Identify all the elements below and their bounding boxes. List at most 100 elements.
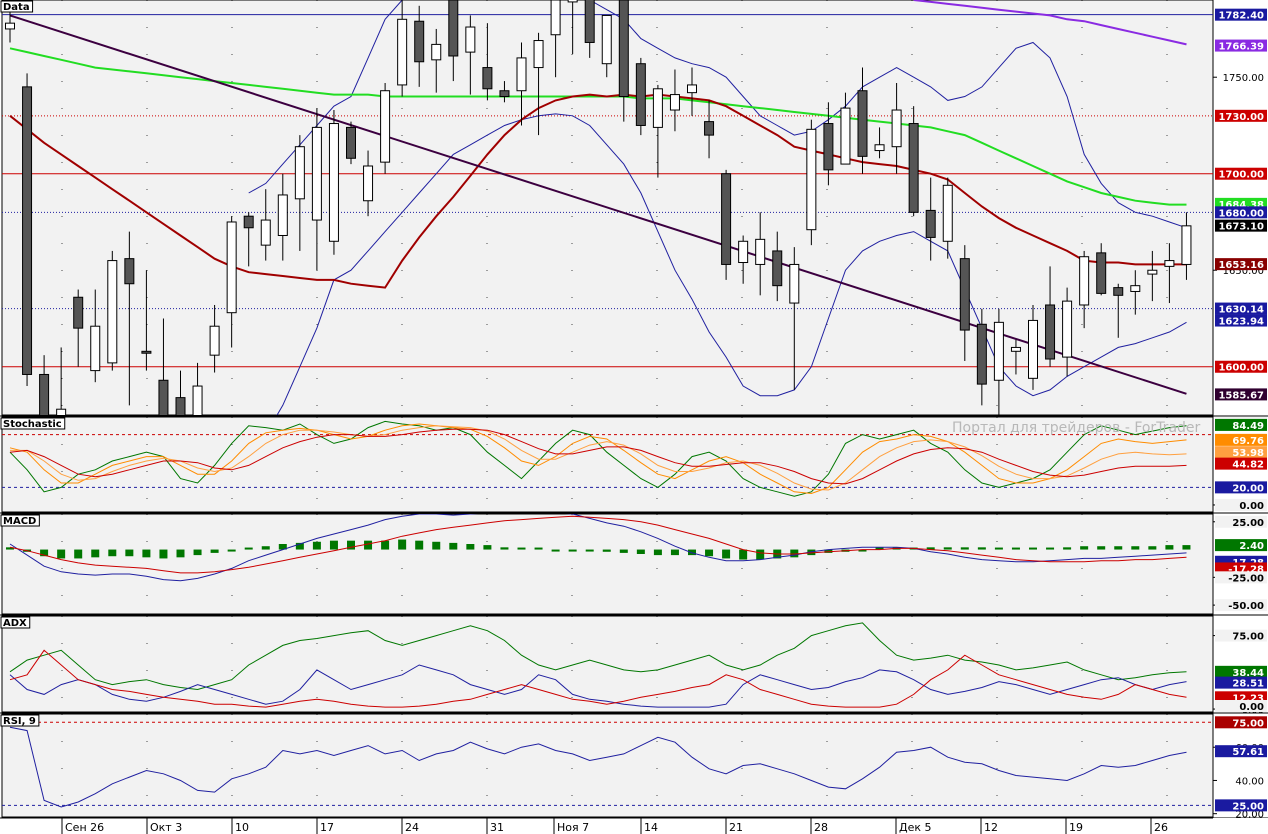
macd-histogram-bar xyxy=(244,547,253,550)
x-tick-label: 31 xyxy=(490,821,504,834)
macd-histogram-bar xyxy=(125,549,134,557)
candle-down xyxy=(635,63,646,126)
price-label-text: 1673.10 xyxy=(1218,222,1264,233)
candle-up xyxy=(277,194,288,236)
macd-histogram-bar xyxy=(415,540,424,550)
panel-title: Stochastic xyxy=(0,417,66,430)
macd-histogram-bar xyxy=(74,549,83,559)
macd-histogram-bar xyxy=(398,539,407,550)
macd-histogram-bar xyxy=(1080,546,1089,550)
x-tick-label: 10 xyxy=(235,821,249,834)
price-label-text: 0.00 xyxy=(1239,501,1264,512)
macd-histogram-bar xyxy=(312,541,321,550)
candle-up xyxy=(533,40,544,69)
x-tick-label: Окт 3 xyxy=(150,821,182,834)
candle-down xyxy=(823,123,834,171)
candle-up xyxy=(738,240,749,264)
macd-histogram-bar xyxy=(551,549,560,552)
price-label-text: 2.40 xyxy=(1239,541,1264,552)
candle-down xyxy=(959,258,970,331)
candle-down xyxy=(448,0,459,57)
candle-down xyxy=(925,209,936,238)
candle-down xyxy=(141,350,152,354)
trading-chart[interactable]: 1750.001650.001782.401766.391730.001700.… xyxy=(0,0,1268,834)
panel-title-text: RSI, 9 xyxy=(3,716,36,727)
macd-histogram-bar xyxy=(1097,546,1106,550)
price-label-text: 0.00 xyxy=(1239,702,1264,713)
macd-histogram-bar xyxy=(670,549,679,556)
price-label-text: 69.76 xyxy=(1232,436,1264,447)
price-label-text: 25.00 xyxy=(1232,518,1264,529)
x-tick-label: Ноя 7 xyxy=(557,821,589,834)
price-label: 20.00 xyxy=(1215,481,1267,494)
price-label: 0.00 xyxy=(1215,498,1267,512)
macd-histogram-bar xyxy=(1063,547,1072,550)
macd-histogram-bar xyxy=(500,547,509,550)
candle-up xyxy=(226,221,237,314)
x-tick-label: 28 xyxy=(814,821,828,834)
price-label: 57.61 xyxy=(1215,745,1267,758)
macd-histogram-bar xyxy=(364,540,373,550)
macd-histogram-bar xyxy=(653,549,662,556)
candle-up xyxy=(465,26,476,53)
macd-histogram-bar xyxy=(1148,546,1157,550)
macd-histogram-bar xyxy=(108,549,117,557)
candle-down xyxy=(1113,287,1124,296)
price-label-text: 20.00 xyxy=(1232,483,1264,494)
candle-down xyxy=(124,258,135,285)
candle-down xyxy=(1045,304,1056,360)
candle-up xyxy=(1164,260,1175,267)
macd-histogram-bar xyxy=(1114,546,1123,550)
x-tick-label: 17 xyxy=(320,821,334,834)
candle-up xyxy=(687,84,697,94)
candle-down xyxy=(772,250,783,287)
candle-up xyxy=(874,144,885,152)
macd-histogram-bar xyxy=(585,549,594,552)
candle-up xyxy=(328,123,339,242)
macd-histogram-bar xyxy=(176,549,185,558)
macd-histogram-bar xyxy=(1029,547,1037,550)
macd-histogram-bar xyxy=(466,544,475,550)
price-label: 53.98 xyxy=(1215,446,1267,459)
candle-up xyxy=(840,107,851,165)
price-label-text: 1653.16 xyxy=(1218,260,1264,271)
candle-down xyxy=(73,296,84,329)
candle-down xyxy=(704,121,715,136)
price-label-text: 1766.39 xyxy=(1218,42,1264,53)
price-label: 84.49 xyxy=(1215,418,1267,432)
candle-down xyxy=(346,126,356,159)
macd-histogram-bar xyxy=(517,547,526,550)
macd-histogram-bar xyxy=(636,549,645,554)
candle-up xyxy=(1147,269,1158,275)
macd-histogram-bar xyxy=(142,549,151,558)
candle-up xyxy=(1181,225,1192,265)
candle-down xyxy=(243,215,254,229)
macd-histogram-bar xyxy=(449,542,458,550)
macd-histogram-bar xyxy=(739,549,748,560)
candle-up xyxy=(1062,300,1073,358)
price-label-text: 44.82 xyxy=(1232,460,1264,471)
price-label: 69.76 xyxy=(1215,433,1267,447)
price-label: -50.00 xyxy=(1215,599,1267,612)
candle-up xyxy=(516,57,527,92)
panel-title: RSI, 9 xyxy=(0,714,40,727)
price-label-text: 1730.00 xyxy=(1218,112,1264,123)
price-label: 1585.67 xyxy=(1215,388,1267,401)
macd-histogram-bar xyxy=(159,549,168,559)
price-label-text: -50.00 xyxy=(1228,601,1264,612)
price-label-text: 1782.40 xyxy=(1218,11,1264,22)
candle-down xyxy=(908,123,919,213)
candle-up xyxy=(567,0,578,3)
candle-up xyxy=(311,126,322,221)
macd-histogram-bar xyxy=(568,549,577,552)
price-label: 75.00 xyxy=(1215,629,1267,643)
x-tick-label: 12 xyxy=(984,821,998,834)
macd-histogram-bar xyxy=(261,546,270,550)
candle-down xyxy=(976,323,987,385)
price-label-text: -25.00 xyxy=(1228,573,1264,584)
macd-histogram-bar xyxy=(483,545,492,550)
price-label-text: 53.98 xyxy=(1232,448,1264,459)
candle-up xyxy=(669,94,680,111)
candle-up xyxy=(652,88,663,128)
candle-up xyxy=(891,109,902,148)
